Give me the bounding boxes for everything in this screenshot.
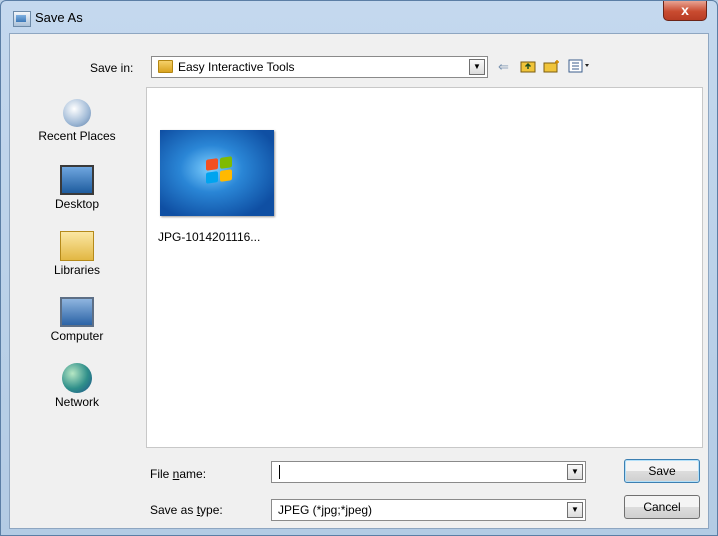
save-as-type-dropdown[interactable]: JPEG (*jpg;*jpeg) ▼ xyxy=(271,499,586,521)
place-libraries[interactable]: Libraries xyxy=(14,231,140,293)
desktop-icon xyxy=(60,165,94,195)
place-computer[interactable]: Computer xyxy=(14,297,140,359)
file-thumbnail[interactable] xyxy=(160,130,274,216)
place-label: Computer xyxy=(50,329,104,343)
recent-places-icon xyxy=(63,99,91,127)
place-label: Recent Places xyxy=(38,129,116,143)
place-recent-places[interactable]: Recent Places xyxy=(14,99,140,161)
chevron-down-icon[interactable]: ▼ xyxy=(567,502,583,518)
place-desktop[interactable]: Desktop xyxy=(14,165,140,227)
place-label: Desktop xyxy=(54,197,100,211)
place-network[interactable]: Network xyxy=(14,363,140,425)
file-name-label: File name: xyxy=(150,467,207,481)
view-menu-icon[interactable] xyxy=(568,59,592,76)
new-folder-icon[interactable] xyxy=(543,59,561,76)
windows-logo-icon xyxy=(206,156,232,184)
save-in-value: Easy Interactive Tools xyxy=(178,60,295,74)
place-label: Libraries xyxy=(53,263,101,277)
save-button[interactable]: Save xyxy=(624,459,700,483)
cancel-button[interactable]: Cancel xyxy=(624,495,700,519)
file-name-field[interactable]: ▼ xyxy=(271,461,586,483)
up-folder-icon[interactable] xyxy=(520,59,536,76)
libraries-icon xyxy=(60,231,94,261)
dialog-body: Save in: Easy Interactive Tools ▼ ⇐ Rece… xyxy=(9,33,709,529)
close-button[interactable]: x xyxy=(663,1,707,21)
file-name-label[interactable]: JPG-1014201116... xyxy=(158,230,260,244)
save-in-dropdown[interactable]: Easy Interactive Tools ▼ xyxy=(151,56,488,78)
computer-icon xyxy=(60,297,94,327)
text-cursor xyxy=(279,465,280,479)
chevron-down-icon[interactable]: ▼ xyxy=(469,59,485,75)
save-dialog-icon xyxy=(13,11,31,27)
file-list[interactable]: JPG-1014201116... xyxy=(146,87,703,448)
save-in-label: Save in: xyxy=(90,61,134,75)
back-arrow-icon[interactable]: ⇐ xyxy=(498,59,509,75)
place-label: Network xyxy=(54,395,99,409)
save-as-type-value: JPEG (*jpg;*jpeg) xyxy=(278,503,373,517)
window-title: Save As xyxy=(35,10,83,25)
title-bar[interactable]: Save As x xyxy=(1,1,717,35)
save-as-type-label: Save as type: xyxy=(150,503,223,517)
network-icon xyxy=(62,363,92,393)
folder-icon xyxy=(158,60,173,73)
chevron-down-icon[interactable]: ▼ xyxy=(567,464,583,480)
save-as-dialog-window: Save As x Save in: Easy Interactive Tool… xyxy=(0,0,718,536)
places-bar: Recent Places Desktop Libraries Computer… xyxy=(14,89,140,447)
